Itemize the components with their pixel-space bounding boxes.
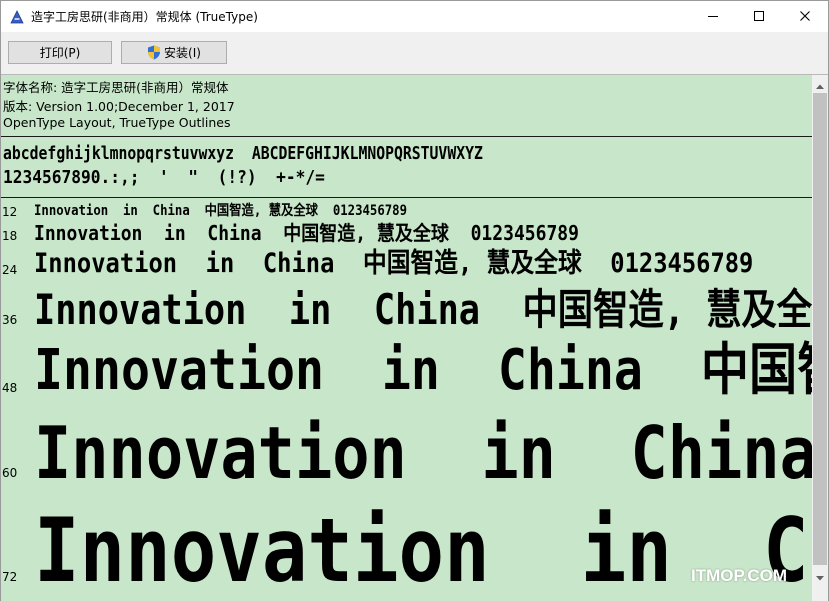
window-title: 造字工房思研(非商用）常规体 (TrueType) xyxy=(31,10,258,24)
close-button[interactable] xyxy=(782,1,828,31)
minimize-button[interactable] xyxy=(690,1,736,31)
size-label-72: 72 xyxy=(2,570,18,584)
minimize-icon xyxy=(707,10,719,22)
size-label-48: 48 xyxy=(2,381,18,395)
uac-shield-icon xyxy=(147,45,161,60)
scroll-thumb[interactable] xyxy=(813,93,827,565)
sample-text-60: Innovation in China 中 xyxy=(34,411,812,495)
sample-text-24: Innovation in China 中国智造, 慧及全球 012345678… xyxy=(34,248,754,279)
sample-text-12: Innovation in China 中国智造, 慧及全球 012345678… xyxy=(34,203,408,219)
vertical-scrollbar[interactable] xyxy=(812,75,828,601)
toolbar: 打印(P) 安装(I) xyxy=(1,32,828,75)
close-icon xyxy=(799,10,811,22)
charset-digits: 1234567890.:,; ' " (!?) +-*/= xyxy=(3,167,325,188)
print-button-label: 打印(P) xyxy=(39,46,81,60)
size-label-18: 18 xyxy=(2,229,18,243)
font-viewer-window: 造字工房思研(非商用）常规体 (TrueType) 打印(P) 安装(I) 字体… xyxy=(0,0,829,601)
install-button-label: 安装(I) xyxy=(164,46,201,60)
scroll-down-button[interactable] xyxy=(812,567,828,584)
charset-letters: abcdefghijklmnopqrstuvwxyz ABCDEFGHIJKLM… xyxy=(3,143,483,164)
maximize-button[interactable] xyxy=(736,1,782,31)
size-label-60: 60 xyxy=(2,466,18,480)
print-button[interactable]: 打印(P) xyxy=(8,41,112,64)
sample-text-18: Innovation in China 中国智造, 慧及全球 012345678… xyxy=(34,221,579,245)
separator-top xyxy=(1,136,812,137)
font-type-line: OpenType Layout, TrueType Outlines xyxy=(3,115,231,130)
sample-text-48: Innovation in China 中国智造 xyxy=(34,338,812,403)
size-label-24: 24 xyxy=(2,263,18,277)
size-label-36: 36 xyxy=(2,313,18,327)
separator-bottom xyxy=(1,197,812,198)
scroll-up-icon xyxy=(816,74,824,93)
font-file-icon xyxy=(9,9,25,25)
font-version-line: 版本: Version 1.00;December 1, 2017 xyxy=(3,99,235,114)
font-preview-panel: 字体名称: 造字工房思研(非商用）常规体 版本: Version 1.00;De… xyxy=(1,75,812,601)
title-bar[interactable]: 造字工房思研(非商用）常规体 (TrueType) xyxy=(1,1,828,32)
scroll-up-button[interactable] xyxy=(812,75,828,92)
sample-text-36: Innovation in China 中国智造, 慧及全球 xyxy=(34,285,812,334)
maximize-icon xyxy=(753,10,765,22)
install-button[interactable]: 安装(I) xyxy=(121,41,227,64)
size-label-12: 12 xyxy=(2,205,18,219)
watermark: ITMOP.COM xyxy=(691,566,788,585)
font-name-line: 字体名称: 造字工房思研(非商用）常规体 xyxy=(3,80,229,95)
scroll-down-icon xyxy=(816,566,824,585)
